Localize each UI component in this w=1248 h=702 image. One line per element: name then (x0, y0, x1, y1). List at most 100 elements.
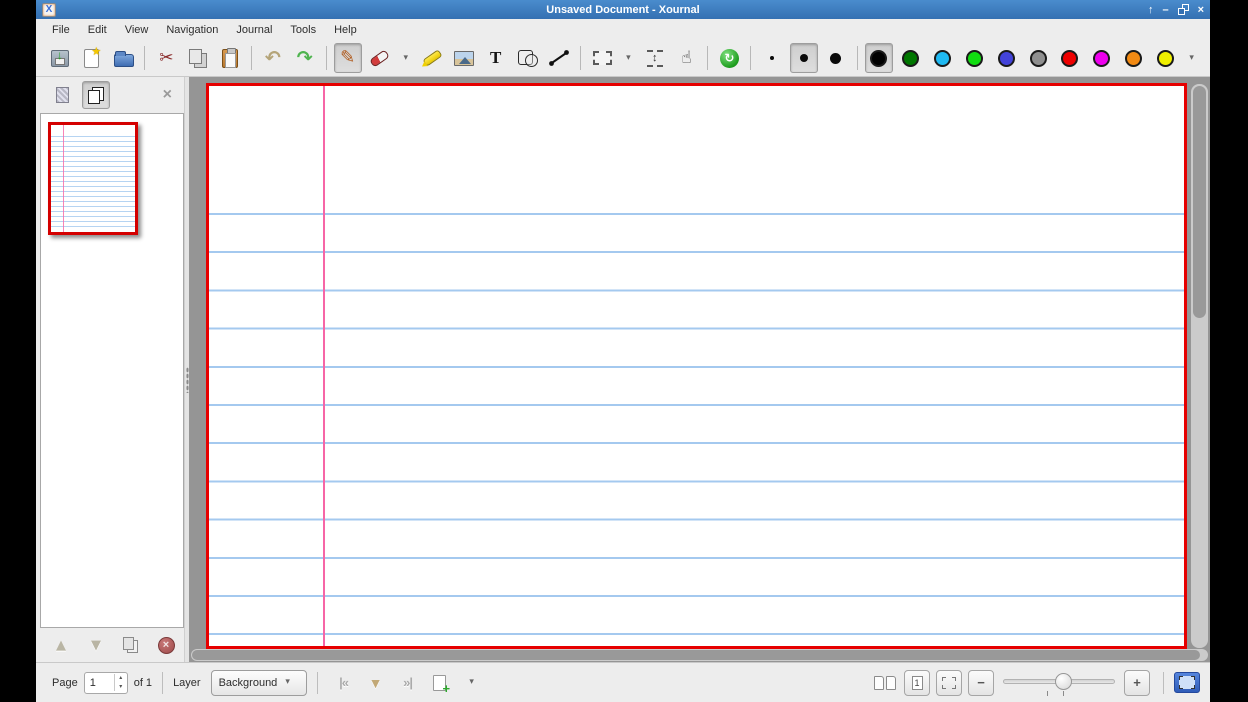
first-page-icon: |« (339, 675, 348, 690)
zoom-out-button[interactable]: − (968, 670, 994, 696)
maximize-button[interactable] (1178, 4, 1189, 15)
one-page-view-button[interactable]: 1 (904, 670, 930, 696)
page-margin-line (323, 86, 325, 646)
chevron-down-icon: ▾ (626, 54, 631, 63)
color-magenta-button[interactable] (1088, 43, 1116, 73)
continuous-view-button[interactable] (872, 670, 898, 696)
chevron-down-icon: ▾ (285, 678, 290, 687)
color-green-button[interactable] (961, 43, 989, 73)
pen-size-thick-button[interactable] (822, 43, 850, 73)
save-button[interactable] (46, 43, 74, 73)
menu-help[interactable]: Help (326, 22, 365, 38)
page-thumbnail[interactable] (48, 122, 138, 235)
gray-swatch-icon (1030, 50, 1047, 67)
new-document-button[interactable] (78, 43, 106, 73)
spinner-down-button[interactable]: ▾ (119, 683, 122, 691)
next-page-button[interactable]: ▼ (363, 670, 389, 696)
pages-tab[interactable] (82, 81, 110, 109)
open-button[interactable] (110, 43, 138, 73)
move-page-up-button[interactable]: ▲ (50, 634, 72, 656)
menu-edit[interactable]: Edit (80, 22, 115, 38)
undo-button[interactable]: ↶ (259, 43, 287, 73)
image-tool-button[interactable] (450, 43, 478, 73)
color-black-button[interactable] (865, 43, 893, 73)
selection-options-dropdown[interactable]: ▾ (620, 43, 637, 73)
page-count-label: of 1 (134, 677, 152, 689)
image-icon (454, 51, 474, 66)
text-tool-button[interactable]: T (482, 43, 510, 73)
minimize-button[interactable]: – (1162, 3, 1168, 17)
ruler-button[interactable] (545, 43, 573, 73)
new-page-button[interactable] (427, 670, 453, 696)
close-button[interactable]: × (1198, 3, 1204, 17)
layers-tab[interactable] (48, 81, 76, 109)
horizontal-scrollbar-thumb[interactable] (192, 650, 1200, 660)
color-orange-button[interactable] (1120, 43, 1148, 73)
color-red-button[interactable] (1056, 43, 1084, 73)
cut-button[interactable]: ✂ (152, 43, 180, 73)
spinner-up-button[interactable]: ▴ (119, 674, 122, 682)
menu-file[interactable]: File (44, 22, 78, 38)
eraser-tool-button[interactable] (366, 43, 394, 73)
color-light-blue-button[interactable] (929, 43, 957, 73)
slider-tick (1063, 691, 1064, 696)
zoom-fit-button[interactable] (936, 670, 962, 696)
page-ruling (209, 213, 1184, 646)
pen-icon: ✎ (340, 49, 355, 67)
duplicate-page-button[interactable] (120, 634, 142, 656)
color-blue-button[interactable] (992, 43, 1020, 73)
toolbar-separator (326, 46, 327, 70)
highlighter-tool-button[interactable] (418, 43, 446, 73)
document-page[interactable] (206, 83, 1187, 649)
last-page-button[interactable]: »| (395, 670, 421, 696)
eraser-options-dropdown[interactable]: ▾ (397, 43, 414, 73)
select-rectangle-button[interactable] (588, 43, 616, 73)
vertical-scrollbar[interactable] (1191, 84, 1208, 648)
zoom-slider-handle[interactable] (1055, 673, 1072, 690)
menu-tools[interactable]: Tools (282, 22, 324, 38)
default-tool-button[interactable]: ↻ (715, 43, 743, 73)
vertical-space-button[interactable]: ↕ (641, 43, 669, 73)
thumbnail-margin-line (63, 125, 64, 232)
ruler-icon (548, 49, 570, 67)
dark-green-swatch-icon (902, 50, 919, 67)
shapes-icon (518, 50, 538, 67)
page-number-value[interactable]: 1 (85, 677, 114, 689)
pen-tool-button[interactable]: ✎ (334, 43, 362, 73)
vertical-scrollbar-thumb[interactable] (1193, 86, 1206, 318)
shape-recognizer-button[interactable] (514, 43, 542, 73)
move-page-down-button[interactable]: ▼ (85, 634, 107, 656)
pen-size-fine-button[interactable] (758, 43, 786, 73)
highlighter-icon (422, 49, 442, 66)
sidebar-close-button[interactable]: × (163, 86, 172, 104)
copy-button[interactable] (184, 43, 212, 73)
layer-label: Layer (173, 677, 201, 689)
zoom-in-button[interactable]: + (1124, 670, 1150, 696)
pen-size-medium-button[interactable] (790, 43, 818, 73)
zoom-slider[interactable] (1003, 670, 1115, 696)
open-folder-icon (114, 54, 134, 67)
redo-button[interactable]: ↷ (291, 43, 319, 73)
fullscreen-button[interactable] (1174, 672, 1200, 693)
color-options-dropdown[interactable]: ▾ (1183, 43, 1200, 73)
duplicate-icon (123, 637, 134, 650)
light-blue-swatch-icon (934, 50, 951, 67)
menu-view[interactable]: View (117, 22, 157, 38)
yellow-swatch-icon (1157, 50, 1174, 67)
copy-icon (189, 49, 202, 64)
page-options-dropdown[interactable]: ▾ (459, 670, 485, 696)
hand-tool-button[interactable]: ☝ (673, 43, 701, 73)
menu-navigation[interactable]: Navigation (158, 22, 226, 38)
shade-button[interactable]: ↑ (1148, 3, 1154, 17)
page-spinner[interactable]: 1 ▴ ▾ (84, 672, 128, 694)
paste-button[interactable] (216, 43, 244, 73)
first-page-button[interactable]: |« (331, 670, 357, 696)
layer-combobox[interactable]: Background ▾ (211, 670, 307, 696)
horizontal-scrollbar[interactable] (191, 649, 1208, 661)
color-dark-green-button[interactable] (897, 43, 925, 73)
layer-value: Background (219, 677, 278, 689)
menu-journal[interactable]: Journal (228, 22, 280, 38)
delete-page-button[interactable]: × (155, 634, 177, 656)
color-gray-button[interactable] (1024, 43, 1052, 73)
color-yellow-button[interactable] (1152, 43, 1180, 73)
